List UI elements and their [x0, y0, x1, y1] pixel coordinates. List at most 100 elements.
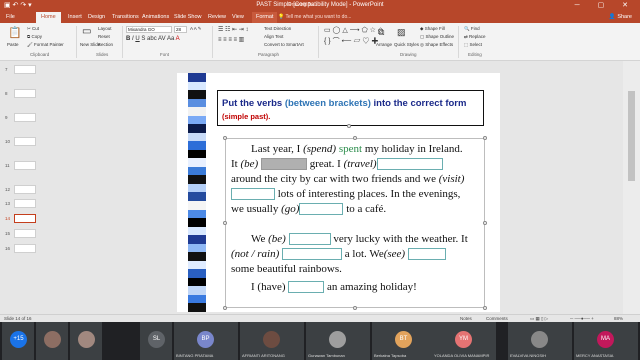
shape-effects-button[interactable]: ◎ Shape Effects — [420, 42, 453, 48]
font-size-dropdown[interactable]: 28 — [174, 26, 187, 33]
slide-thumbnail[interactable] — [14, 65, 36, 74]
answer-blank-go[interactable] — [299, 203, 344, 215]
layout-button[interactable]: Layout — [98, 26, 112, 31]
stripe-block — [188, 260, 206, 270]
tab-transitions[interactable]: Transitions — [112, 14, 139, 20]
slide-thumbnail[interactable] — [14, 137, 36, 146]
instruction-part: Put the verbs — [222, 98, 285, 109]
resize-handle[interactable] — [483, 306, 487, 310]
replace-button[interactable]: ⇄ Replace — [464, 34, 486, 40]
font-format-buttons[interactable]: B I U S abc AV Aa A — [126, 36, 180, 42]
shape-outline-label: Shape Outline — [425, 34, 455, 39]
stripe-block — [188, 252, 206, 261]
zoom-level[interactable]: 88% — [614, 316, 623, 321]
select-button[interactable]: ⬚ Select — [464, 42, 482, 48]
window-controls[interactable]: ─ ▢ ✕ — [575, 1, 636, 9]
grow-shrink-font-buttons[interactable]: A A ✎ — [190, 26, 202, 32]
paragraph-group-label: Paragraph — [258, 52, 280, 57]
verb-prompt: (travel) — [343, 158, 377, 170]
align-text-button[interactable]: Align Text — [264, 34, 283, 39]
answer-blank-visit[interactable] — [231, 188, 275, 200]
format-painter-label: Format Painter — [33, 42, 64, 47]
shape-fill-button[interactable]: ◆ Shape Fill — [420, 26, 445, 32]
answer-blank-see[interactable] — [407, 248, 446, 260]
answer-spent: spent — [338, 143, 363, 155]
stripe-block — [188, 90, 206, 99]
shape-effects-label: Shape Effects — [425, 42, 454, 47]
instruction-box[interactable]: Put the verbs (between brackets) into th… — [217, 90, 484, 126]
section-button[interactable]: Section — [98, 42, 113, 47]
status-bar: Slide 14 of 16 Notes Comments ▭ ▦ ▯ ▷ ─ … — [0, 314, 640, 322]
answer-blank-be-2[interactable] — [288, 233, 331, 245]
shape-outline-button[interactable]: ▢ Shape Outline — [420, 34, 454, 40]
share-button[interactable]: 👤 Share — [609, 14, 632, 20]
tab-review[interactable]: Review — [208, 14, 226, 20]
replace-label: Replace — [469, 34, 486, 39]
vertical-scrollbar[interactable] — [623, 61, 640, 314]
find-button[interactable]: 🔍 Find — [464, 26, 480, 32]
tab-home[interactable]: Home — [36, 12, 61, 23]
comments-button[interactable]: Comments — [486, 316, 508, 321]
rotate-handle[interactable] — [347, 124, 351, 128]
participant-name: MERCY ANASTASIA — [576, 353, 614, 358]
tab-format[interactable]: Format — [252, 12, 278, 23]
answer-blank-travel[interactable] — [376, 158, 443, 170]
quick-styles-button[interactable]: Quick Styles — [394, 42, 419, 47]
text-run: great. I — [306, 158, 344, 170]
slide-thumbnail[interactable] — [14, 89, 36, 98]
answer-blank-have[interactable] — [288, 281, 325, 293]
alignment-buttons[interactable]: ≡ ≡ ≡ ≡ ▥ — [218, 36, 244, 43]
quick-styles-icon[interactable]: ▨ — [397, 27, 406, 38]
cut-button[interactable]: ✂ Cut — [27, 26, 39, 32]
shapes-gallery-row-2[interactable]: { } ⌒ ⟵ ▱ ♡ ✚ — [324, 36, 378, 46]
format-painter-button[interactable]: 🖌 Format Painter — [27, 42, 64, 48]
slide-thumbnail[interactable] — [14, 113, 36, 122]
stripe-block — [188, 124, 206, 133]
tab-view[interactable]: View — [232, 14, 244, 20]
window-title: PAST Simple [Compatibility Mode] - Power… — [256, 2, 384, 8]
resize-handle[interactable] — [223, 136, 227, 140]
tab-file[interactable]: File — [6, 14, 15, 20]
arrange-icon[interactable]: ⧉ — [378, 27, 384, 38]
tab-design[interactable]: Design — [88, 14, 105, 20]
resize-handle[interactable] — [353, 306, 357, 310]
scrollbar-thumb[interactable] — [628, 91, 635, 181]
slide-thumbnail[interactable] — [14, 199, 36, 208]
tab-slide-show[interactable]: Slide Show — [174, 14, 202, 20]
list-buttons[interactable]: ☰ ☷ ⇤ ⇥ ↕ — [218, 26, 248, 33]
text-direction-button[interactable]: Text Direction — [264, 26, 291, 31]
font-family-dropdown[interactable]: Mixandra GO — [126, 26, 172, 33]
stripe-block — [188, 235, 206, 244]
slide-thumbnail[interactable] — [14, 244, 36, 253]
arrange-button[interactable]: Arrange — [376, 42, 392, 47]
slide-thumbnail-current[interactable] — [14, 214, 36, 223]
copy-button[interactable]: ⧉ Copy — [27, 34, 42, 39]
text-run: an amazing holiday! — [324, 281, 417, 293]
reset-button[interactable]: Reset — [98, 34, 110, 39]
resize-handle[interactable] — [483, 221, 487, 225]
new-slide-icon[interactable]: ▭ — [82, 26, 91, 37]
resize-handle[interactable] — [353, 136, 357, 140]
answer-blank-not-rain[interactable] — [282, 248, 343, 260]
slide-thumbnail[interactable] — [14, 161, 36, 170]
notes-button[interactable]: Notes — [460, 316, 472, 321]
stripe-block — [188, 73, 206, 82]
paste-icon[interactable]: 📋 — [8, 26, 22, 39]
shapes-gallery[interactable]: ▭ ◯ △ ⟶ ⬠ ☆ ◇ — [324, 26, 383, 34]
shape-fill-label: Shape Fill — [424, 26, 445, 31]
thumbnail-number: 7 — [5, 67, 8, 72]
slide-thumbnail[interactable] — [14, 185, 36, 194]
tab-animations[interactable]: Animations — [142, 14, 169, 20]
slides-group-label: Slides — [96, 52, 109, 57]
tab-insert[interactable]: Insert — [68, 14, 82, 20]
convert-smartart-button[interactable]: Convert to SmartArt — [264, 42, 304, 47]
paste-button[interactable]: Paste — [7, 42, 19, 47]
answer-blank-be[interactable] — [260, 158, 307, 170]
resize-handle[interactable] — [483, 136, 487, 140]
zoom-slider[interactable]: ─ ──●── + — [570, 316, 594, 321]
resize-handle[interactable] — [223, 221, 227, 225]
tell-me-search[interactable]: 💡 Tell me what you want to do... — [278, 14, 351, 20]
cut-label: Cut — [32, 26, 40, 31]
resize-handle[interactable] — [223, 306, 227, 310]
slide-thumbnail[interactable] — [14, 229, 36, 238]
